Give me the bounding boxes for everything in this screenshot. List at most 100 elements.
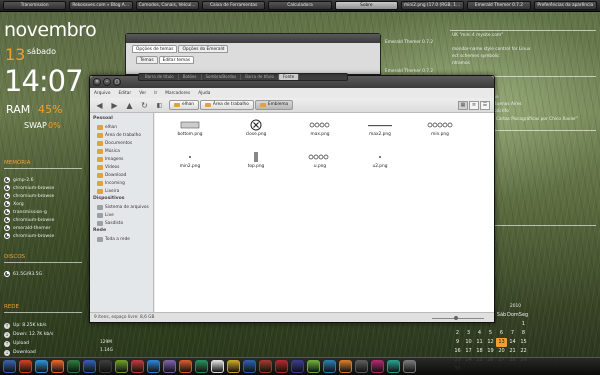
breadcrumb-item[interactable]: Emblema [254, 100, 294, 110]
sidebar-item[interactable]: Sistema de arquivos [90, 203, 153, 211]
reload-icon[interactable]: ↻ [139, 100, 150, 111]
file-item[interactable]: u.png [295, 150, 345, 169]
menu-item[interactable]: Ver [139, 91, 146, 96]
dock-app-icon[interactable] [19, 360, 32, 373]
menu-item[interactable]: Ir [154, 91, 157, 96]
dock-app-icon[interactable] [83, 360, 96, 373]
sidebar-item[interactable]: Toda a rede [90, 235, 153, 243]
menu-item[interactable]: Arquivo [94, 91, 110, 96]
file-item[interactable]: top.png [231, 150, 281, 169]
calendar-day: 8 [521, 330, 526, 336]
task-button[interactable]: mini2.png (17.0 (RGB, 1 cama... [400, 1, 465, 10]
folder-icon [97, 172, 103, 178]
process-name: chromium-browse [13, 185, 55, 191]
tab-themes[interactable]: Temas [136, 56, 158, 64]
dock-app-icon[interactable] [163, 360, 176, 373]
task-button[interactable]: Rekosaves.com » Blog Archi... [69, 1, 133, 10]
calendar-day: 17 [465, 348, 472, 354]
dock-app-icon[interactable] [403, 360, 416, 373]
dock-app-icon[interactable] [195, 360, 208, 373]
dock-app-icon[interactable] [227, 360, 240, 373]
dock-app-icon[interactable] [35, 360, 48, 373]
network-row: ⇡ Upload [4, 339, 134, 348]
breadcrumb-item[interactable]: elhan [169, 100, 199, 110]
dock-app-icon[interactable] [243, 360, 256, 373]
dock-app-icon[interactable] [339, 360, 352, 373]
dock-app-icon[interactable] [291, 360, 304, 373]
file-item[interactable]: u2.png [355, 150, 405, 169]
chooser-item[interactable]: Botões [179, 74, 202, 80]
dock-app-icon[interactable] [355, 360, 368, 373]
process-row: chromium-browse [4, 216, 84, 224]
sidebar-item[interactable]: Imagens [90, 155, 153, 163]
compact-view-button[interactable]: ☰ [480, 101, 490, 110]
sidebar-item-label: Música [105, 148, 120, 154]
location-toggle-icon[interactable]: ◧ [154, 100, 165, 111]
chooser-item[interactable]: Fonte [278, 74, 300, 80]
chooser-item[interactable]: Barra de título [141, 74, 179, 80]
dock-app-icon[interactable] [307, 360, 320, 373]
list-view-button[interactable]: ≡ [469, 101, 479, 110]
dock-app-icon[interactable] [323, 360, 336, 373]
sidebar-item[interactable]: Lixeira [90, 187, 153, 195]
sidebar-item[interactable]: Documentos [90, 139, 153, 147]
file-item[interactable]: max.png [295, 118, 345, 137]
sidebar-item-label: Sistema de arquivos [105, 204, 149, 210]
sidebar-item[interactable]: Sasdisto [90, 219, 153, 227]
dock-app-icon[interactable] [275, 360, 288, 373]
task-button[interactable]: Transmission [3, 1, 67, 10]
dock-app-icon[interactable] [371, 360, 384, 373]
file-item[interactable]: min2.png [165, 150, 215, 169]
sidebar-item[interactable]: elhan [90, 123, 153, 131]
dock-app-icon[interactable] [179, 360, 192, 373]
zoom-slider[interactable] [428, 316, 488, 320]
zoom-handle[interactable] [453, 316, 458, 320]
dock-app-icon[interactable] [259, 360, 272, 373]
dock-app-icon[interactable] [3, 360, 16, 373]
process-name: gimp-2.6 [13, 177, 34, 183]
chooser-item[interactable]: Sombra/Bordas [202, 74, 242, 80]
tab-theme-options[interactable]: Opções de temas [132, 45, 178, 53]
task-button[interactable]: Calculadora [268, 1, 332, 10]
dock-app-icon[interactable] [115, 360, 128, 373]
file-item[interactable]: max2.png [355, 118, 405, 137]
calendar-day: 2 [455, 330, 460, 336]
menu-item[interactable]: Marcadores [165, 91, 190, 96]
dock-app-icon[interactable] [99, 360, 112, 373]
bottom-thumbnail-icon [165, 118, 215, 132]
breadcrumb-item[interactable]: Área de trabalho [199, 100, 254, 110]
calendar-day [507, 320, 518, 329]
task-button[interactable]: Emerald Themer 0.7.2 [467, 1, 531, 10]
dock-app-icon[interactable] [387, 360, 400, 373]
menu-item[interactable]: Ajuda [198, 91, 210, 96]
sidebar-item[interactable]: Vídeos [90, 163, 153, 171]
dock-app-icon[interactable] [131, 360, 144, 373]
sidebar-item[interactable]: Incoming [90, 179, 153, 187]
file-item[interactable]: bottom.png [165, 118, 215, 137]
up-arrow-icon[interactable]: ▲ [124, 100, 135, 111]
file-item[interactable]: close.png [231, 118, 281, 137]
dock-app-icon[interactable] [211, 360, 224, 373]
menu-item[interactable]: Editar [118, 91, 131, 96]
back-arrow-icon[interactable]: ◀ [94, 100, 105, 111]
task-button[interactable]: Comodos, Canais, Veículos, D... [135, 1, 199, 10]
file-item[interactable]: min.png [415, 118, 465, 137]
tab-emerald-options[interactable]: Opções do Emerald [178, 45, 229, 53]
sidebar-item[interactable]: Área de trabalho [90, 131, 153, 139]
dock-app-icon[interactable] [147, 360, 160, 373]
calendar-day: 12 [487, 339, 494, 345]
sidebar-item[interactable]: Live [90, 211, 153, 219]
disks-divider [4, 262, 82, 263]
dock-app-icon[interactable] [51, 360, 64, 373]
forward-arrow-icon[interactable]: ▶ [109, 100, 120, 111]
sidebar-item-label: Área de trabalho [105, 132, 141, 138]
chooser-item[interactable]: Barra de título [241, 74, 279, 80]
task-button[interactable]: Caixa de Ferramentas [201, 1, 266, 10]
task-button[interactable]: Preferências da aparência [533, 1, 597, 10]
sidebar-item[interactable]: Download [90, 171, 153, 179]
sidebar-item[interactable]: Música [90, 147, 153, 155]
dock-app-icon[interactable] [67, 360, 80, 373]
task-button[interactable]: Sobre [334, 1, 398, 10]
tab-edit-themes[interactable]: Editar temas [158, 56, 195, 64]
icon-view-button[interactable]: ▦ [458, 101, 468, 110]
